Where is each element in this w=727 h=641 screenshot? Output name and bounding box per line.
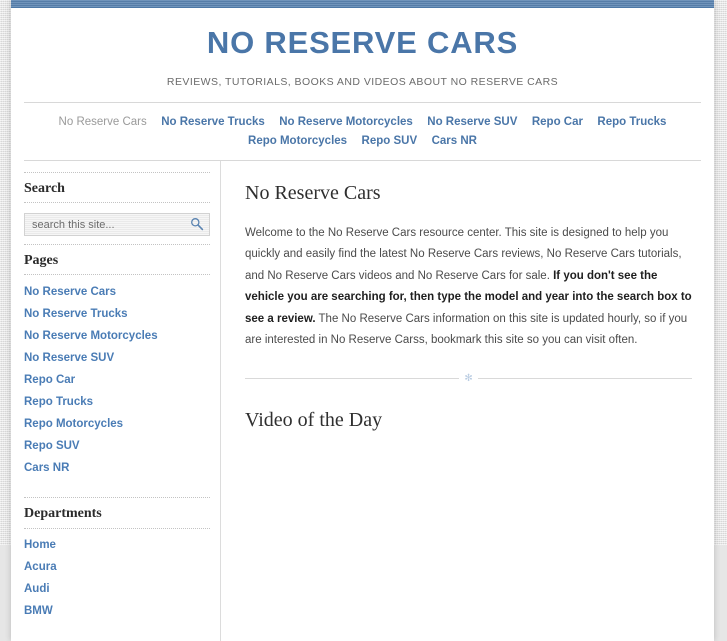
section-title-video-of-the-day: Video of the Day bbox=[245, 408, 383, 431]
list-item: No Reserve Motorcycles bbox=[24, 325, 210, 347]
list-item: Repo SUV bbox=[24, 435, 210, 457]
entry-content: Welcome to the No Reserve Cars resource … bbox=[245, 223, 692, 352]
sidebar: Search Pages No Reserve Cars No Reserve … bbox=[11, 161, 220, 641]
list-item: Repo Motorcycles bbox=[24, 413, 210, 435]
pages-widget: Pages No Reserve Cars No Reserve Trucks … bbox=[24, 244, 210, 489]
list-item: No Reserve Cars bbox=[24, 281, 210, 303]
sidebar-link-repo-suv[interactable]: Repo SUV bbox=[24, 435, 210, 457]
page-title: No Reserve Cars bbox=[245, 181, 381, 204]
intro-paragraph: Welcome to the No Reserve Cars resource … bbox=[245, 223, 692, 352]
sidebar-link-acura[interactable]: Acura bbox=[24, 557, 210, 579]
sidebar-link-audi[interactable]: Audi bbox=[24, 579, 210, 601]
nav-item-no-reserve-motorcycles[interactable]: No Reserve Motorcycles bbox=[279, 114, 413, 131]
list-item: BMW bbox=[24, 601, 210, 623]
sidebar-link-repo-car[interactable]: Repo Car bbox=[24, 369, 210, 391]
sidebar-link-repo-motorcycles[interactable]: Repo Motorcycles bbox=[24, 413, 210, 435]
nav-item-repo-car[interactable]: Repo Car bbox=[532, 114, 583, 131]
sidebar-link-no-reserve-trucks[interactable]: No Reserve Trucks bbox=[24, 303, 210, 325]
section-divider: ✻ bbox=[245, 372, 693, 384]
primary-navigation: No Reserve Cars No Reserve Trucks No Res… bbox=[24, 101, 701, 161]
pages-widget-title: Pages bbox=[24, 244, 210, 276]
search-widget-title: Search bbox=[24, 171, 210, 204]
sidebar-link-bmw[interactable]: BMW bbox=[24, 601, 210, 623]
search-icon[interactable] bbox=[189, 216, 205, 232]
nav-item-repo-trucks[interactable]: Repo Trucks bbox=[597, 114, 666, 131]
nav-item-no-reserve-cars[interactable]: No Reserve Cars bbox=[59, 114, 147, 131]
sidebar-link-no-reserve-suv[interactable]: No Reserve SUV bbox=[24, 347, 210, 369]
departments-widget: Departments Home Acura Audi BMW bbox=[24, 497, 210, 632]
list-item: Acura bbox=[24, 557, 210, 579]
top-accent-bar bbox=[11, 0, 714, 8]
sidebar-link-home[interactable]: Home bbox=[24, 535, 210, 557]
nav-item-no-reserve-trucks[interactable]: No Reserve Trucks bbox=[161, 114, 265, 131]
nav-item-no-reserve-suv[interactable]: No Reserve SUV bbox=[427, 114, 517, 131]
search-input[interactable] bbox=[24, 213, 210, 237]
site-title: NO RESERVE CARS bbox=[206, 25, 519, 60]
departments-list: Home Acura Audi BMW bbox=[24, 529, 210, 633]
site-header: NO RESERVE CARS REVIEWS, TUTORIALS, BOOK… bbox=[11, 8, 714, 88]
list-item: Audi bbox=[24, 579, 210, 601]
list-item: No Reserve SUV bbox=[24, 347, 210, 369]
list-item: Repo Trucks bbox=[24, 391, 210, 413]
flower-ornament-icon: ✻ bbox=[464, 372, 473, 384]
search-widget: Search bbox=[24, 171, 210, 237]
departments-widget-title: Departments bbox=[24, 497, 210, 529]
search-form bbox=[24, 213, 210, 237]
sidebar-link-cars-nr[interactable]: Cars NR bbox=[24, 457, 210, 479]
sidebar-link-no-reserve-motorcycles[interactable]: No Reserve Motorcycles bbox=[24, 325, 210, 347]
divider-rule-left bbox=[245, 378, 460, 380]
main-content: No Reserve Cars Welcome to the No Reserv… bbox=[220, 160, 714, 641]
page-body: Search Pages No Reserve Cars No Reserve … bbox=[11, 160, 714, 641]
nav-item-cars-nr[interactable]: Cars NR bbox=[432, 133, 477, 150]
sidebar-link-repo-trucks[interactable]: Repo Trucks bbox=[24, 391, 210, 413]
nav-item-repo-motorcycles[interactable]: Repo Motorcycles bbox=[248, 133, 347, 150]
list-item: Home bbox=[24, 535, 210, 557]
sidebar-link-no-reserve-cars[interactable]: No Reserve Cars bbox=[24, 281, 210, 303]
divider-rule-right bbox=[477, 378, 693, 380]
pages-list: No Reserve Cars No Reserve Trucks No Res… bbox=[24, 275, 210, 489]
list-item: Repo Car bbox=[24, 369, 210, 391]
nav-item-repo-suv[interactable]: Repo SUV bbox=[362, 133, 418, 150]
site-tagline: REVIEWS, TUTORIALS, BOOKS AND VIDEOS ABO… bbox=[166, 75, 559, 88]
list-item: No Reserve Trucks bbox=[24, 303, 210, 325]
list-item: Cars NR bbox=[24, 457, 210, 479]
